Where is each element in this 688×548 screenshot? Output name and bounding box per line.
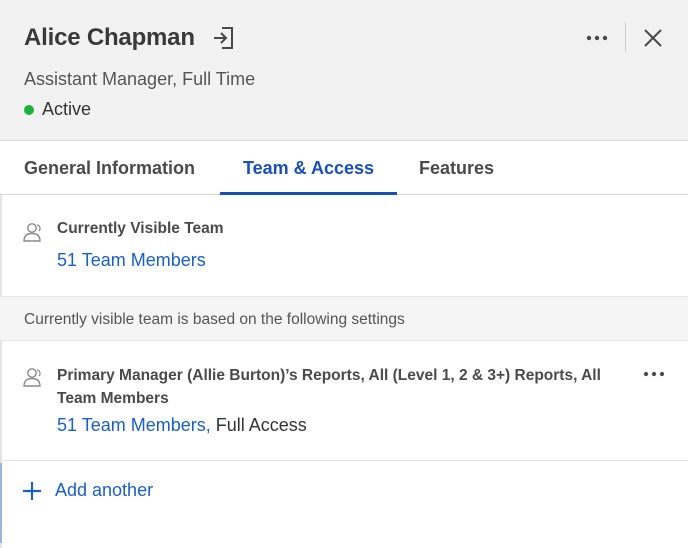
settings-note-band: Currently visible team is based on the f… bbox=[0, 296, 688, 341]
more-options-icon[interactable] bbox=[580, 24, 614, 52]
visible-team-members-link[interactable]: 51 Team Members bbox=[57, 250, 206, 271]
access-setting-value: 51 Team Members, Full Access bbox=[57, 415, 307, 436]
tab-bar: General Information Team & Access Featur… bbox=[0, 141, 688, 195]
settings-note-text: Currently visible team is based on the f… bbox=[24, 311, 405, 328]
status-dot-icon bbox=[24, 104, 34, 115]
visible-team-title: Currently Visible Team bbox=[57, 220, 224, 237]
access-setting-title: Primary Manager (Allie Burton)’s Reports… bbox=[57, 367, 601, 407]
employee-name: Alice Chapman bbox=[24, 24, 195, 51]
add-another-button[interactable]: Add another bbox=[22, 480, 153, 501]
status-indicator: Active bbox=[24, 99, 91, 120]
people-icon bbox=[22, 221, 44, 243]
add-another-label: Add another bbox=[55, 480, 154, 500]
tab-team-access[interactable]: Team & Access bbox=[220, 141, 397, 195]
status-label: Active bbox=[42, 99, 92, 119]
setting-more-options-icon[interactable] bbox=[638, 362, 670, 386]
plus-icon bbox=[22, 481, 42, 501]
profile-header: Alice Chapman Assistant Manager, Full Ti… bbox=[0, 0, 688, 141]
login-icon[interactable] bbox=[210, 25, 238, 51]
tab-features[interactable]: Features bbox=[419, 141, 494, 195]
setting-access-level: Full Access bbox=[215, 415, 307, 435]
close-icon[interactable] bbox=[640, 25, 666, 51]
setting-team-members-link[interactable]: 51 Team Members, bbox=[57, 415, 211, 435]
job-title: Assistant Manager, Full Time bbox=[24, 69, 256, 89]
row-divider bbox=[0, 460, 688, 461]
people-icon bbox=[22, 366, 44, 388]
tab-general-information[interactable]: General Information bbox=[24, 141, 195, 195]
header-divider bbox=[625, 22, 626, 52]
panel-left-accent bbox=[0, 463, 2, 543]
